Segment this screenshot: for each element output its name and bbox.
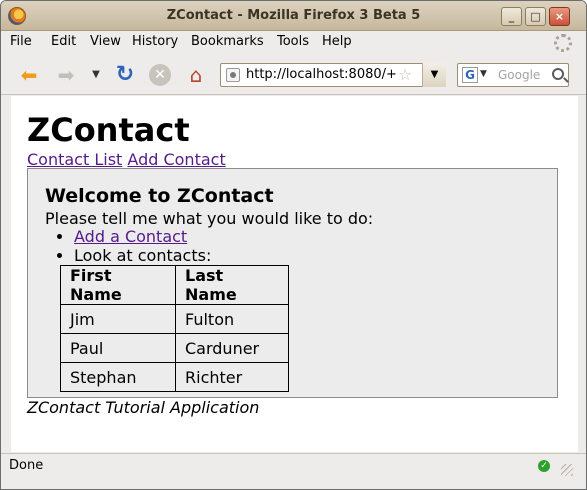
action-list: Add a Contact Look at contacts: xyxy=(59,227,211,265)
menu-tools[interactable]: Tools xyxy=(277,34,309,49)
title-bar: ZContact - Mozilla Firefox 3 Beta 5 _ □ … xyxy=(1,1,586,31)
first-name-cell: Stephan xyxy=(60,362,176,392)
search-placeholder[interactable]: Google xyxy=(498,68,540,82)
back-arrow-icon[interactable]: ⬅ xyxy=(18,64,40,86)
welcome-heading: Welcome to ZContact xyxy=(45,185,274,207)
window-title: ZContact - Mozilla Firefox 3 Beta 5 xyxy=(166,8,421,23)
first-name-cell: Jim xyxy=(60,304,176,334)
menu-file[interactable]: File xyxy=(10,34,32,49)
maximize-button[interactable]: □ xyxy=(525,7,546,26)
contact-list-link[interactable]: Contact List xyxy=(27,150,122,169)
table-header-row: First Name Last Name xyxy=(60,265,289,305)
page-nav: Contact List Add Contact xyxy=(27,150,226,169)
table-row: Jim Fulton xyxy=(60,304,289,334)
last-name-cell: Richter xyxy=(175,362,289,392)
page-favicon-icon xyxy=(226,68,240,82)
history-dropdown-icon[interactable]: ▼ xyxy=(89,64,103,86)
page-content: ZContact Contact List Add Contact Welcom… xyxy=(11,96,578,452)
prompt-text: Please tell me what you would like to do… xyxy=(45,209,374,228)
welcome-panel: Welcome to ZContact Please tell me what … xyxy=(27,168,558,398)
page-title: ZContact xyxy=(27,111,190,149)
first-name-cell: Paul xyxy=(60,333,176,363)
list-item: Add a Contact xyxy=(74,227,211,246)
menu-bar: File Edit View History Bookmarks Tools H… xyxy=(1,31,586,54)
column-header-last-name: Last Name xyxy=(175,265,289,305)
search-engine-selector[interactable]: G ▼ xyxy=(460,66,492,84)
reload-icon[interactable]: ↻ xyxy=(114,64,136,86)
table-row: Paul Carduner xyxy=(60,333,289,363)
list-item: Look at contacts: xyxy=(74,246,211,265)
add-contact-link[interactable]: Add Contact xyxy=(127,150,225,169)
menu-bookmarks[interactable]: Bookmarks xyxy=(191,34,264,49)
bookmark-star-icon[interactable]: ☆ xyxy=(398,65,412,84)
resize-grip[interactable] xyxy=(561,464,573,476)
look-at-contacts-label: Look at contacts: xyxy=(74,246,212,265)
menu-history[interactable]: History xyxy=(132,34,178,49)
stop-icon[interactable]: ✕ xyxy=(149,64,171,86)
status-text: Done xyxy=(9,458,44,473)
status-bar: Done ✓ xyxy=(1,453,586,477)
google-icon: G xyxy=(462,67,478,83)
menu-edit[interactable]: Edit xyxy=(51,34,76,49)
footer-text: ZContact Tutorial Application xyxy=(27,398,260,417)
minimize-button[interactable]: _ xyxy=(501,7,522,26)
contacts-table: First Name Last Name Jim Fulton Paul Car… xyxy=(60,265,289,392)
activity-throbber-icon xyxy=(554,34,572,52)
last-name-cell: Carduner xyxy=(175,333,289,363)
forward-arrow-icon[interactable]: ➡ xyxy=(55,64,77,86)
add-a-contact-link[interactable]: Add a Contact xyxy=(74,227,187,246)
browser-window: ZContact - Mozilla Firefox 3 Beta 5 _ □ … xyxy=(0,0,587,490)
close-button[interactable]: × xyxy=(549,7,570,26)
chevron-down-icon: ▼ xyxy=(480,69,487,79)
url-dropdown-button[interactable]: ▼ xyxy=(422,63,446,87)
table-row: Stephan Richter xyxy=(60,362,289,392)
url-text[interactable]: http://localhost:8080/+ xyxy=(246,67,397,82)
search-icon[interactable] xyxy=(552,68,564,80)
menu-view[interactable]: View xyxy=(90,34,121,49)
address-bar[interactable]: http://localhost:8080/+ ☆ ▼ xyxy=(220,63,446,87)
checkmark-icon: ✓ xyxy=(538,460,550,472)
column-header-first-name: First Name xyxy=(60,265,176,305)
menu-help[interactable]: Help xyxy=(322,34,352,49)
search-bar[interactable]: G ▼ Google xyxy=(457,63,569,87)
navigation-toolbar: ⬅ ➡ ▼ ↻ ✕ ⌂ http://localhost:8080/+ ☆ ▼ … xyxy=(1,55,586,95)
home-icon[interactable]: ⌂ xyxy=(185,64,207,86)
last-name-cell: Fulton xyxy=(175,304,289,334)
